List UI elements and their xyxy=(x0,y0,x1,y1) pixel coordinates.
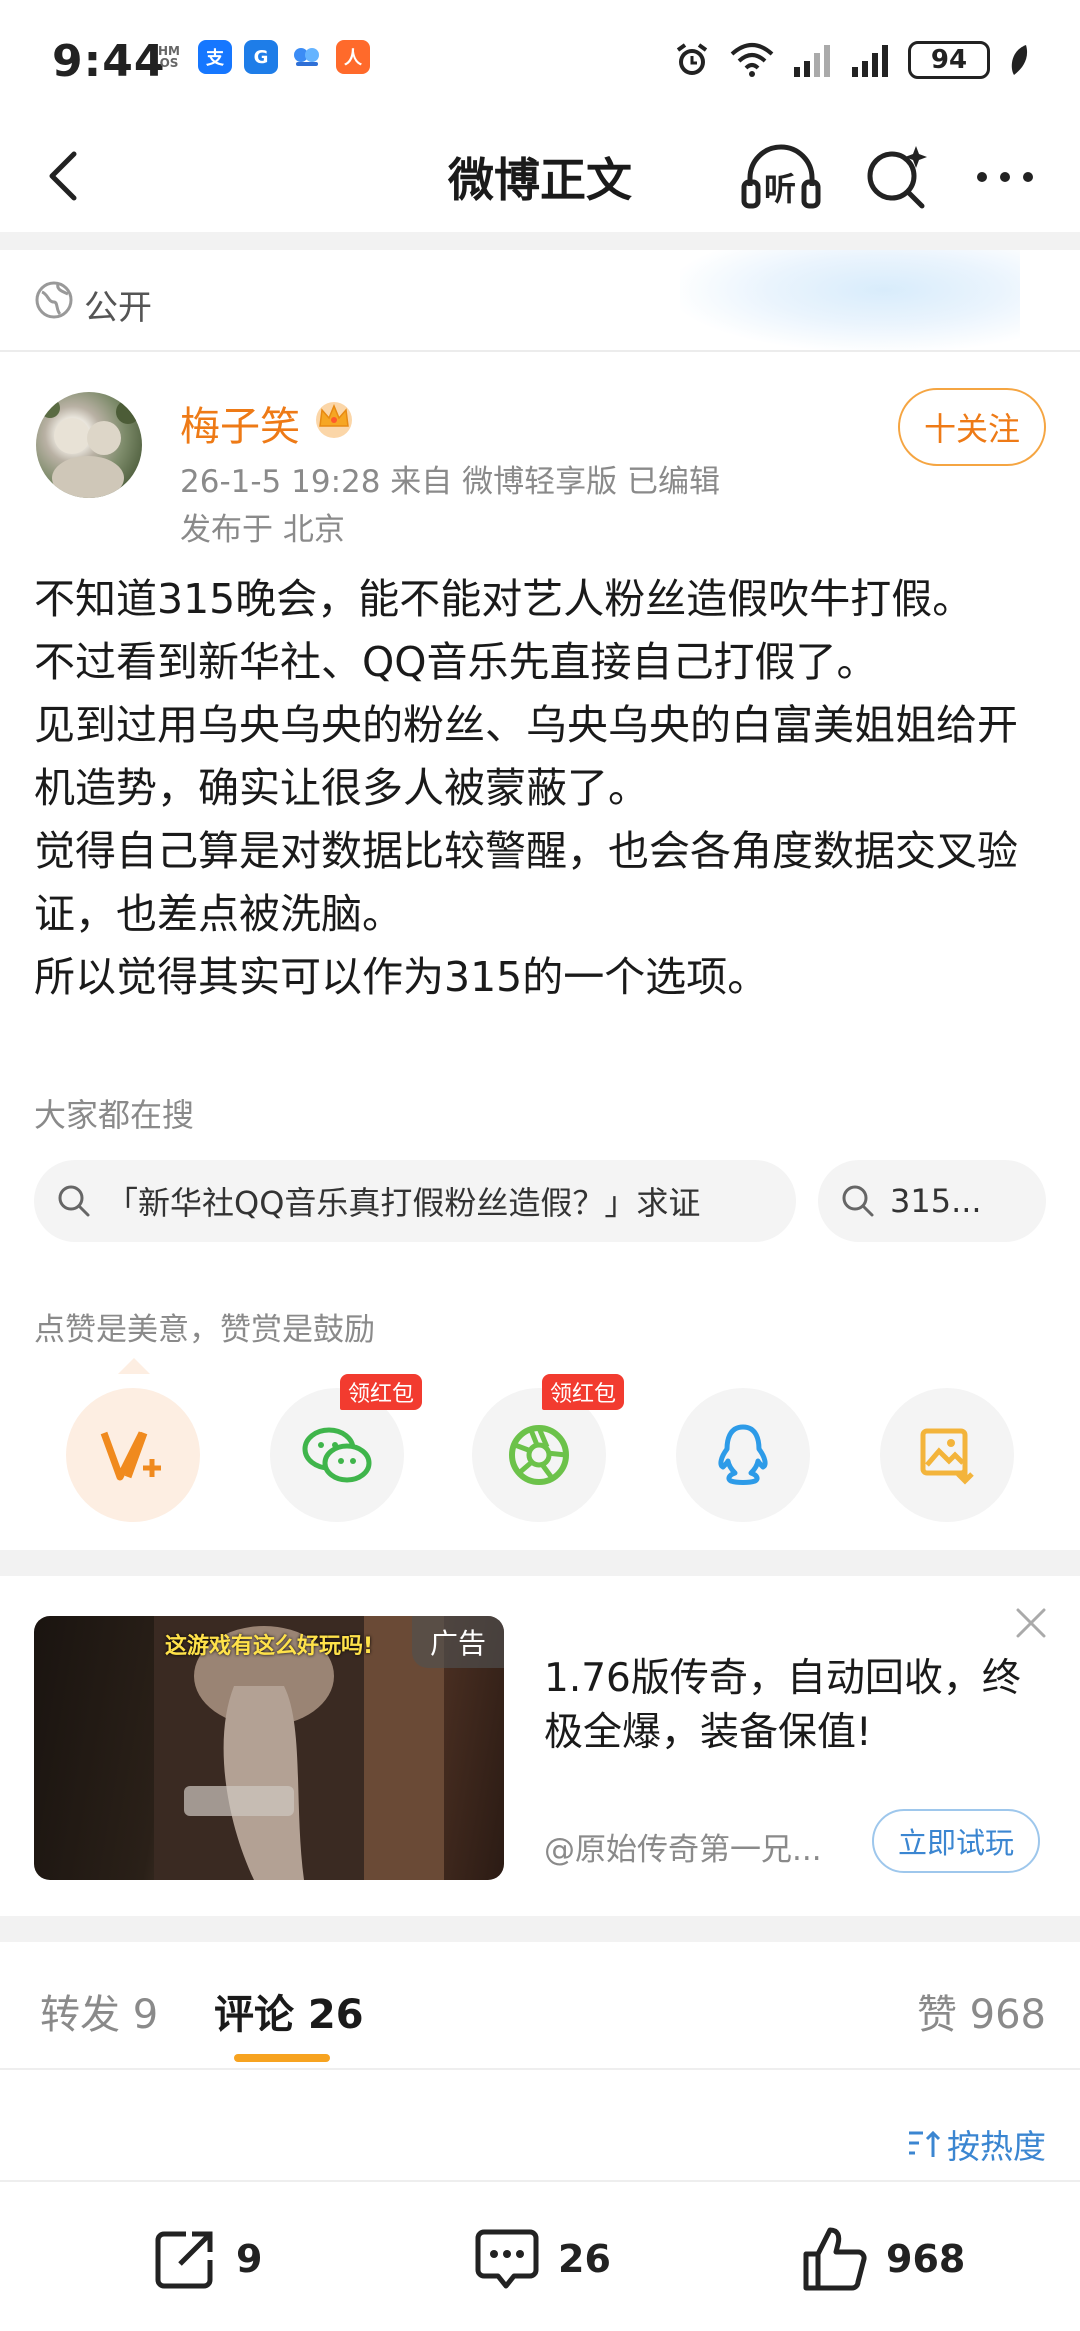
wechat-icon xyxy=(302,1427,372,1483)
share-moments-button[interactable]: 领红包 xyxy=(472,1374,624,1522)
sort-button[interactable]: 按热度 xyxy=(907,2120,1046,2168)
save-image-icon xyxy=(920,1428,974,1485)
qq-icon xyxy=(718,1424,768,1485)
alipay-icon: 支 xyxy=(198,40,232,74)
post-paragraph: 觉得自己算是对数据比较警醒，也会各角度数据交叉验证，也差点被洗脑。 xyxy=(34,827,1018,938)
hot-search-chip[interactable]: 「新华社QQ音乐真打假粉丝造假？」求证 xyxy=(34,1160,796,1242)
hot-search-text: 「新华社QQ音乐真打假粉丝造假？」求证 xyxy=(106,1184,701,1222)
like-count: 968 xyxy=(886,2237,966,2281)
sort-icon xyxy=(909,2130,941,2157)
status-indicators: 94 xyxy=(672,40,1030,80)
search-icon xyxy=(842,1185,874,1217)
search-icon xyxy=(58,1185,90,1217)
moments-icon xyxy=(509,1425,569,1485)
post-body: 不知道315晚会，能不能对艺人粉丝造假吹牛打假。 不过看到新华社、QQ音乐先直接… xyxy=(34,568,1050,1009)
wifi-icon xyxy=(730,43,774,77)
section-divider xyxy=(0,1916,1080,1942)
visibility-label: 公开 xyxy=(84,288,152,328)
tab-comments[interactable]: 评论 26 xyxy=(214,1982,364,2040)
cloud-banner xyxy=(680,250,1020,350)
hot-search-text: 315... xyxy=(890,1182,982,1220)
tab-repost[interactable]: 转发 9 xyxy=(40,1982,158,2040)
sort-row: 按热度 xyxy=(0,2072,1080,2180)
crown-icon xyxy=(316,402,352,438)
redpack-badge: 领红包 xyxy=(339,1374,422,1410)
alarm-icon xyxy=(676,43,708,75)
bottom-action-bar: 9 26 968 xyxy=(0,2180,1080,2331)
post-paragraph: 所以觉得其实可以作为315的一个选项。 xyxy=(34,953,769,1001)
status-bar: 9:44 HM OS 支 G 人 94 xyxy=(0,0,1080,120)
avatar[interactable] xyxy=(36,392,142,498)
comment-count: 26 xyxy=(558,2237,611,2281)
hot-search-chip[interactable]: 315... xyxy=(818,1160,1046,1242)
section-divider xyxy=(0,232,1080,250)
visibility-row: 公开 xyxy=(0,250,1080,350)
post-location: 发布于 北京 xyxy=(180,512,345,548)
post-tabs: 转发 9 评论 26 赞 968 xyxy=(0,1942,1080,2070)
divider xyxy=(0,350,1080,352)
share-row: 领红包 领红包 xyxy=(0,1374,1080,1528)
share-wechat-button[interactable]: 领红包 xyxy=(270,1374,422,1522)
reward-button[interactable] xyxy=(66,1388,200,1522)
ad-try-button[interactable]: 立即试玩 xyxy=(872,1809,1040,1873)
ad-title[interactable]: 1.76版传奇，自动回收，终极全爆，装备保值! xyxy=(544,1652,1024,1760)
globe-icon xyxy=(35,281,73,319)
post-paragraph: 不知道315晚会，能不能对艺人粉丝造假吹牛打假。 xyxy=(34,575,974,623)
ad-tag: 广告 xyxy=(412,1616,504,1668)
save-image-button[interactable] xyxy=(880,1388,1014,1522)
signal-2-icon xyxy=(852,45,888,77)
status-app-icons: HM OS 支 G 人 xyxy=(152,40,370,74)
repost-icon xyxy=(155,2231,213,2289)
redpack-badge: 领红包 xyxy=(541,1374,624,1410)
listen-button[interactable]: 听 xyxy=(740,142,822,212)
baidu-netdisk-icon xyxy=(290,40,324,74)
listen-label: 听 xyxy=(764,170,797,208)
battery-indicator: 94 xyxy=(908,41,990,79)
active-tab-indicator xyxy=(234,2054,330,2062)
follow-button[interactable]: 十关注 xyxy=(898,388,1046,466)
leaf-icon xyxy=(1011,45,1028,75)
repost-button[interactable]: 9 xyxy=(150,2224,262,2294)
repost-count: 9 xyxy=(236,2237,263,2281)
search-icon[interactable] xyxy=(862,142,932,212)
more-icon[interactable] xyxy=(970,142,1040,212)
signal-1-icon xyxy=(794,45,830,77)
thumbs-up-icon xyxy=(803,2227,867,2291)
ad-card[interactable]: 这游戏有这么好玩吗! 广告 1.76版传奇，自动回收，终极全爆，装备保值! @原… xyxy=(0,1576,1080,1916)
gf-icon: G xyxy=(244,40,278,74)
comment-icon xyxy=(475,2229,539,2289)
taobao-icon: 人 xyxy=(336,40,370,74)
hmos-icon: HM OS xyxy=(158,44,180,70)
ad-image[interactable]: 这游戏有这么好玩吗! 广告 xyxy=(34,1616,504,1880)
hot-search-title: 大家都在搜 xyxy=(34,1096,195,1134)
ad-source[interactable]: @原始传奇第一兄... xyxy=(544,1824,854,1869)
reward-v-icon xyxy=(100,1431,161,1481)
post-meta: 26-1-5 19:28 来自 微博轻享版 已编辑 xyxy=(180,464,721,500)
close-icon[interactable] xyxy=(1012,1604,1050,1642)
reward-pointer xyxy=(118,1358,150,1374)
comment-button[interactable]: 26 xyxy=(472,2224,611,2294)
post-paragraph: 不过看到新华社、QQ音乐先直接自己打假了。 xyxy=(34,638,878,686)
like-button[interactable]: 968 xyxy=(800,2224,965,2294)
section-divider xyxy=(0,1550,1080,1576)
nav-bar: 微博正文 听 xyxy=(0,120,1080,232)
author-name[interactable]: 梅子笑 xyxy=(180,394,300,452)
share-qq-button[interactable] xyxy=(676,1388,810,1522)
post-paragraph: 见到过用乌央乌央的粉丝、乌央乌央的白富美姐姐给开机造势，确实让很多人被蒙蔽了。 xyxy=(34,701,1018,812)
sort-label: 按热度 xyxy=(947,2127,1046,2166)
status-time: 9:44 xyxy=(52,36,166,87)
tab-likes[interactable]: 赞 968 xyxy=(917,1982,1046,2040)
reward-hint: 点赞是美意，赞赏是鼓励 xyxy=(34,1312,375,1348)
